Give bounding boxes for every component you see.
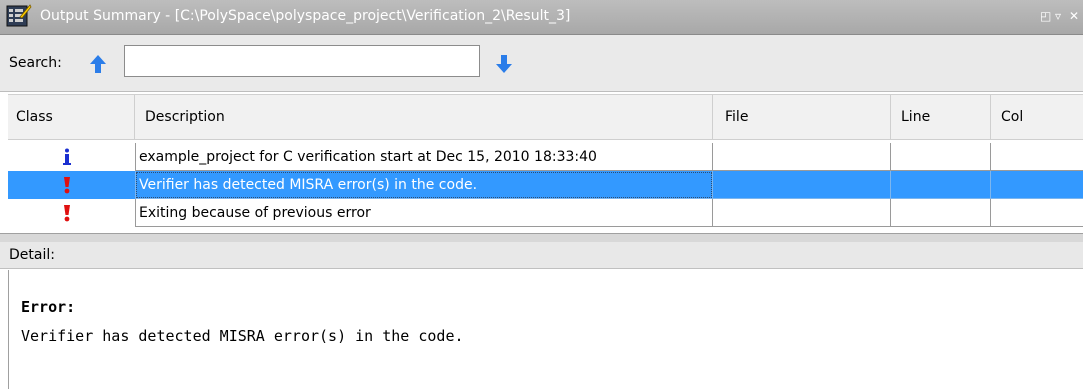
description-cell: example_project for C verification start… [135,143,713,171]
file-cell [713,143,891,171]
line-cell [891,199,991,227]
line-cell [891,171,991,199]
detail-message: Verifier has detected MISRA error(s) in … [21,327,464,345]
table-row[interactable]: example_project for C verification start… [8,143,1083,171]
column-header-description[interactable]: Description [135,95,713,139]
col-cell [991,199,1083,227]
restore-icon[interactable]: ◰ [1040,9,1051,23]
pin-icon[interactable]: ▿ [1055,9,1061,23]
table-header: Class Description File Line Col [8,95,1083,140]
results-table: Class Description File Line Col example_… [8,94,1083,231]
detail-heading: Error: [21,298,76,316]
window-title: Output Summary - [C:\PolySpace\polyspace… [40,8,571,24]
error-icon [64,177,70,194]
description-cell: Exiting because of previous error [135,199,713,227]
description-cell: Verifier has detected MISRA error(s) in … [135,171,713,199]
class-cell [8,199,135,227]
col-cell [991,143,1083,171]
detail-pane: Error: Verifier has detected MISRA error… [8,270,1083,389]
table-row[interactable]: Exiting because of previous error [8,199,1083,227]
title-bar: Output Summary - [C:\PolySpace\polyspace… [0,0,1083,35]
line-cell [891,143,991,171]
file-cell [713,171,891,199]
class-cell [8,143,135,171]
column-header-class[interactable]: Class [8,95,135,139]
column-header-file[interactable]: File [713,95,891,139]
search-next-arrow-icon[interactable] [495,53,513,75]
info-icon [63,148,71,165]
col-cell [991,171,1083,199]
search-label: Search: [9,55,62,71]
search-input[interactable] [124,45,480,77]
class-cell [8,171,135,199]
close-icon[interactable]: ✕ [1069,9,1079,23]
search-previous-arrow-icon[interactable] [89,53,107,75]
column-header-line[interactable]: Line [891,95,991,139]
search-bar: Search: [0,35,1083,92]
column-header-col[interactable]: Col [991,95,1083,139]
table-row-selected[interactable]: Verifier has detected MISRA error(s) in … [8,171,1083,199]
detail-label: Detail: [0,242,1083,269]
file-cell [713,199,891,227]
app-icon [6,4,32,27]
error-icon [64,205,70,222]
